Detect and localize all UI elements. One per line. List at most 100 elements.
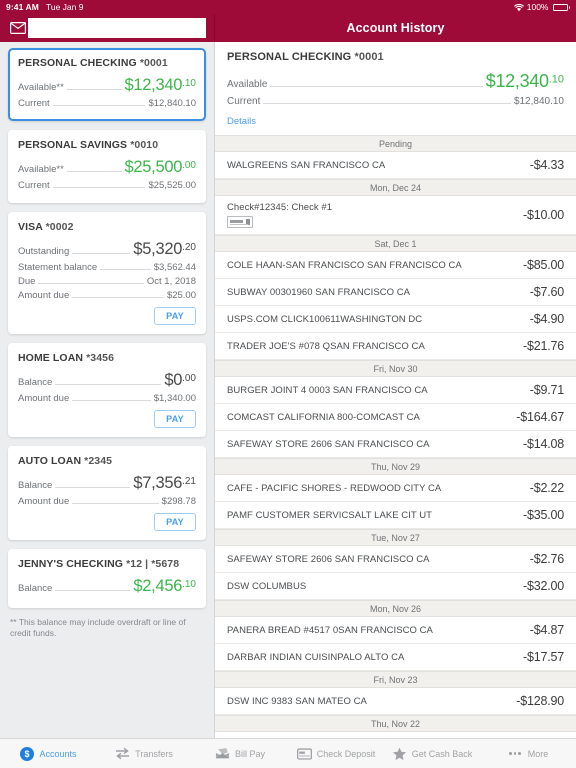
history-summary-value: $12,840.10 [513, 96, 564, 107]
transaction-amount: -$2.76 [529, 552, 564, 566]
transaction-amount: -$7.60 [529, 285, 564, 299]
account-card-title: AUTO LOAN *2345 [18, 455, 196, 467]
leader-line [72, 400, 151, 401]
table-row[interactable]: BURGER JOINT 4 0003 SAN FRANCISCO CA -$9.… [215, 377, 576, 404]
leader-line [55, 487, 131, 488]
table-row[interactable]: WALGREENS SAN FRANCISCO CA -$4.33 [215, 152, 576, 179]
pay-button[interactable]: PAY [154, 410, 196, 428]
account-detail-label: Amount due [18, 496, 70, 507]
transaction-description: WALGREENS SAN FRANCISCO CA [227, 159, 386, 171]
table-row[interactable]: COLE HAAN-SAN FRANCISCO SAN FRANCISCO CA… [215, 252, 576, 279]
details-link[interactable]: Details [227, 116, 256, 127]
overdraft-footnote: ** This balance may include overdraft or… [10, 617, 186, 639]
banking-app: 9:41 AM Tue Jan 9 100% Accounts Account … [0, 0, 576, 768]
transaction-description: USPS.COM CLICK100611WASHINGTON DC [227, 313, 423, 325]
account-detail-value: $2,456.10 [133, 577, 196, 595]
table-row[interactable]: DSW INC 9383 SAN MATEO CA -$128.90 [215, 688, 576, 715]
accounts-panel[interactable]: PERSONAL CHECKING *0001 Available** $12,34… [0, 42, 215, 738]
table-row[interactable]: COMCAST CALIFORNIA 800-COMCAST CA -$164.6… [215, 404, 576, 431]
account-detail-label: Amount due [18, 290, 70, 301]
history-summary-row: Available $12,340.10 [227, 71, 564, 92]
account-card[interactable]: VISA *0002 Outstanding $5,320.20 Statement … [8, 212, 206, 334]
account-detail-value: Oct 1, 2018 [146, 276, 196, 287]
table-row[interactable]: SHELL OIL 5744421390REDWOOD CITY CA-$48.… [215, 732, 576, 738]
table-row[interactable]: PAMF CUSTOMER SERVICSALT LAKE CIT UT -$35… [215, 502, 576, 529]
account-detail-row: Balance $2,456.10 [18, 577, 196, 596]
transaction-amount: -$17.57 [523, 650, 564, 664]
transaction-description: Check#12345: Check #1 [227, 202, 333, 213]
transaction-description: DARBAR INDIAN CUISINPALO ALTO CA [227, 651, 405, 663]
transaction-amount: -$4.87 [529, 623, 564, 637]
transaction-amount: -$9.71 [529, 383, 564, 397]
tab-bill-pay[interactable]: Bill Pay [192, 746, 288, 761]
table-row[interactable]: TRADER JOE'S #078 QSAN FRANCISCO CA -$21.… [215, 333, 576, 360]
leader-line [100, 269, 151, 270]
pay-button[interactable]: PAY [154, 513, 196, 531]
account-card-title: JENNY'S CHECKING *12 | *5678 [18, 558, 196, 570]
transaction-left: COLE HAAN-SAN FRANCISCO SAN FRANCISCO CA [227, 260, 462, 271]
account-detail-label: Due [18, 276, 36, 287]
account-card[interactable]: HOME LOAN *3456 Balance $0.00 Amount due $1,… [8, 343, 206, 437]
account-card[interactable]: JENNY'S CHECKING *12 | *5678 Balance $2,45… [8, 549, 206, 608]
account-detail-label: Current [18, 98, 50, 109]
leader-line [38, 283, 144, 284]
history-title: Account History [346, 21, 445, 35]
battery-icon [552, 3, 570, 11]
leader-line [55, 384, 162, 385]
history-summary-value: $12,340.10 [485, 71, 564, 91]
account-card-title: PERSONAL SAVINGS *0010 [18, 139, 196, 151]
tab-get-cash-back[interactable]: Get Cash Back [384, 746, 480, 761]
account-mask: *0010 [130, 139, 159, 151]
table-row[interactable]: SUBWAY 00301960 SAN FRANCISCO CA -$7.60 [215, 279, 576, 306]
transaction-description: PANERA BREAD #4517 0SAN FRANCISCO CA [227, 624, 433, 636]
transaction-description: SAFEWAY STORE 2606 SAN FRANCISCO CA [227, 438, 430, 450]
status-date: Tue Jan 9 [45, 2, 84, 12]
account-history-panel[interactable]: PERSONAL CHECKING *0001 Available $12,340… [215, 42, 576, 738]
transaction-date-header: Thu, Nov 22 [215, 715, 576, 732]
history-summary-label: Available [227, 79, 268, 90]
account-card[interactable]: AUTO LOAN *2345 Balance $7,356.21 Amount du… [8, 446, 206, 540]
table-row[interactable]: USPS.COM CLICK100611WASHINGTON DC -$4.90 [215, 306, 576, 333]
account-detail-cents: .00 [182, 159, 196, 171]
history-account-mask: *0001 [354, 51, 384, 63]
account-card[interactable]: PERSONAL SAVINGS *0010 Available** $25,500… [8, 130, 206, 203]
tab-more[interactable]: More [480, 746, 576, 761]
table-row[interactable]: Check#12345: Check #1 -$10.00 [215, 196, 576, 235]
logout-icon[interactable] [28, 18, 206, 38]
pay-button[interactable]: PAY [154, 307, 196, 325]
transaction-amount: -$4.33 [529, 158, 564, 172]
table-row[interactable]: PANERA BREAD #4517 0SAN FRANCISCO CA -$4.… [215, 617, 576, 644]
status-right: 100% [513, 2, 570, 12]
tab-accounts[interactable]: $ Accounts [0, 746, 96, 761]
leader-line [270, 86, 483, 87]
transaction-list: Pending WALGREENS SAN FRANCISCO CA -$4.33 M… [215, 135, 576, 738]
account-card[interactable]: PERSONAL CHECKING *0001 Available** $12,34… [8, 48, 206, 121]
history-summary-label: Current [227, 96, 261, 107]
bottom-tab-bar: $ Accounts Transfers Bill Pay Check Deposit G… [0, 738, 576, 768]
table-row[interactable]: DARBAR INDIAN CUISINPALO ALTO CA -$17.57 [215, 644, 576, 671]
table-row[interactable]: CAFE - PACIFIC SHORES - REDWOOD CITY CA -… [215, 475, 576, 502]
table-row[interactable]: DSW COLUMBUS -$32.00 [215, 573, 576, 600]
transaction-description: PAMF CUSTOMER SERVICSALT LAKE CIT UT [227, 509, 433, 521]
account-detail-label: Statement balance [18, 262, 98, 273]
account-detail-label: Available** [18, 82, 64, 93]
account-detail-row: Available** $12,340.10 [18, 76, 196, 95]
tab-transfers[interactable]: Transfers [96, 746, 192, 761]
leader-line [55, 590, 131, 591]
mail-icon[interactable] [8, 18, 28, 38]
account-mask: *3456 [86, 352, 115, 364]
account-detail-value: $5,320.20 [133, 240, 196, 258]
transaction-description: DSW INC 9383 SAN MATEO CA [227, 695, 367, 707]
account-detail-cents: .00 [182, 372, 196, 384]
table-row[interactable]: SAFEWAY STORE 2606 SAN FRANCISCO CA -$14.… [215, 431, 576, 458]
account-detail-label: Current [18, 180, 50, 191]
check-card-icon [296, 747, 312, 760]
transfer-arrows-icon [116, 747, 130, 760]
tab-check-deposit[interactable]: Check Deposit [288, 746, 384, 761]
tab-label: Get Cash Back [411, 748, 473, 759]
table-row[interactable]: SAFEWAY STORE 2606 SAN FRANCISCO CA -$2.7… [215, 546, 576, 573]
check-image-icon[interactable] [227, 216, 253, 228]
transaction-left: SAFEWAY STORE 2606 SAN FRANCISCO CA [227, 554, 430, 565]
leader-line [263, 103, 511, 104]
account-mask: *12 | *5678 [126, 558, 180, 570]
